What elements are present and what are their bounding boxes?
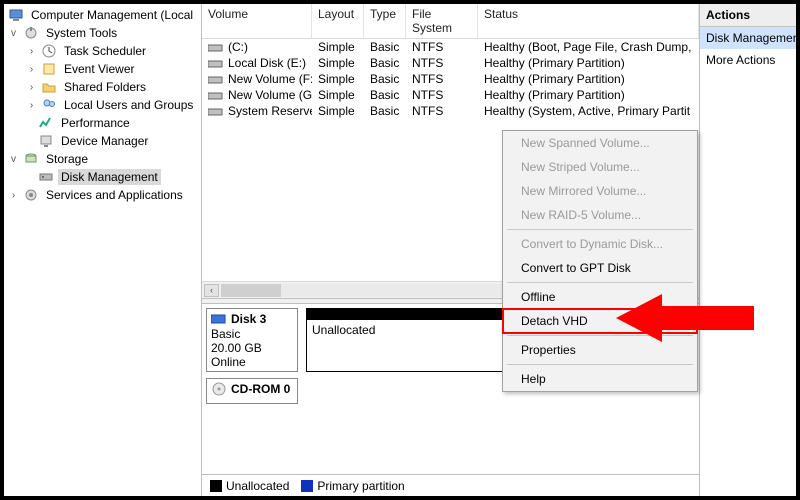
volume-icon	[208, 75, 224, 85]
menu-convert-dynamic: Convert to Dynamic Disk...	[503, 232, 697, 256]
folder-share-icon	[41, 79, 57, 95]
tree-event-viewer[interactable]: › Event Viewer	[4, 60, 201, 78]
legend-unallocated: Unallocated	[210, 479, 289, 493]
volume-header-row: Volume Layout Type File System Status	[202, 4, 699, 39]
col-file-system[interactable]: File System	[406, 4, 478, 38]
cdrom-icon	[211, 381, 227, 397]
col-volume[interactable]: Volume	[202, 4, 312, 38]
computer-icon	[8, 7, 24, 23]
menu-separator	[507, 364, 693, 365]
col-type[interactable]: Type	[364, 4, 406, 38]
volume-icon	[208, 91, 224, 101]
nav-tree-pane: Computer Management (Local v System Tool…	[4, 4, 202, 496]
volume-icon	[208, 43, 224, 53]
performance-icon	[38, 115, 54, 131]
menu-separator	[507, 282, 693, 283]
volume-list: Volume Layout Type File System Status (C…	[202, 4, 699, 119]
volume-icon	[208, 59, 224, 69]
device-icon	[38, 133, 54, 149]
actions-disk-management[interactable]: Disk Management	[700, 27, 796, 49]
menu-new-spanned: New Spanned Volume...	[503, 131, 697, 155]
actions-more-actions[interactable]: More Actions	[700, 49, 796, 71]
volume-row[interactable]: New Volume (G:) Simple Basic NTFS Health…	[202, 87, 699, 103]
chevron-right-icon[interactable]: ›	[26, 46, 37, 57]
chevron-right-icon[interactable]: ›	[8, 190, 19, 201]
disk-icon	[38, 169, 54, 185]
chevron-right-icon[interactable]: ›	[26, 64, 37, 75]
menu-help[interactable]: Help	[503, 367, 697, 391]
disk-type: Basic	[211, 327, 293, 341]
disk-size: 20.00 GB	[211, 341, 293, 355]
tree-device-manager[interactable]: Device Manager	[4, 132, 201, 150]
chevron-right-icon[interactable]: ›	[26, 82, 37, 93]
col-status[interactable]: Status	[478, 4, 699, 38]
clock-icon	[41, 43, 57, 59]
services-icon	[23, 187, 39, 203]
disk-header[interactable]: Disk 3 Basic 20.00 GB Online	[206, 308, 298, 372]
disk-header[interactable]: CD-ROM 0	[206, 378, 298, 404]
content-pane: Volume Layout Type File System Status (C…	[202, 4, 700, 496]
legend: Unallocated Primary partition	[202, 474, 699, 496]
menu-convert-gpt[interactable]: Convert to GPT Disk	[503, 256, 697, 280]
menu-new-raid5: New RAID-5 Volume...	[503, 203, 697, 227]
volume-row[interactable]: Local Disk (E:) Simple Basic NTFS Health…	[202, 55, 699, 71]
scroll-thumb[interactable]	[221, 284, 281, 297]
event-icon	[41, 61, 57, 77]
annotation-arrow-icon	[616, 290, 756, 349]
tree-disk-management[interactable]: Disk Management	[4, 168, 201, 186]
scroll-left-icon[interactable]: ‹	[204, 284, 219, 297]
menu-separator	[507, 229, 693, 230]
volume-row[interactable]: System Reserved Simple Basic NTFS Health…	[202, 103, 699, 119]
chevron-right-icon[interactable]: ›	[26, 100, 37, 111]
disk-blue-icon	[211, 311, 227, 327]
actions-pane: Actions Disk Management More Actions	[700, 4, 796, 496]
tree-local-users[interactable]: › Local Users and Groups	[4, 96, 201, 114]
tree-task-scheduler[interactable]: › Task Scheduler	[4, 42, 201, 60]
volume-row[interactable]: (C:) Simple Basic NTFS Healthy (Boot, Pa…	[202, 39, 699, 55]
swatch-black-icon	[210, 480, 222, 492]
tree-shared-folders[interactable]: › Shared Folders	[4, 78, 201, 96]
chevron-down-icon[interactable]: v	[8, 28, 19, 39]
tree-system-tools[interactable]: v System Tools	[4, 24, 201, 42]
storage-icon	[23, 151, 39, 167]
disk-context-menu: New Spanned Volume... New Striped Volume…	[502, 130, 698, 392]
swatch-blue-icon	[301, 480, 313, 492]
volume-icon	[208, 107, 224, 117]
tree-services-apps[interactable]: › Services and Applications	[4, 186, 201, 204]
tree-storage[interactable]: v Storage	[4, 150, 201, 168]
volume-row[interactable]: New Volume (F:) Simple Basic NTFS Health…	[202, 71, 699, 87]
menu-new-striped: New Striped Volume...	[503, 155, 697, 179]
tree-root[interactable]: Computer Management (Local	[4, 6, 201, 24]
users-icon	[41, 97, 57, 113]
actions-header: Actions	[700, 4, 796, 27]
wrench-icon	[23, 25, 39, 41]
chevron-down-icon[interactable]: v	[8, 154, 19, 165]
disk-state: Online	[211, 355, 293, 369]
col-layout[interactable]: Layout	[312, 4, 364, 38]
tree-performance[interactable]: Performance	[4, 114, 201, 132]
legend-primary: Primary partition	[301, 479, 404, 493]
menu-new-mirrored: New Mirrored Volume...	[503, 179, 697, 203]
